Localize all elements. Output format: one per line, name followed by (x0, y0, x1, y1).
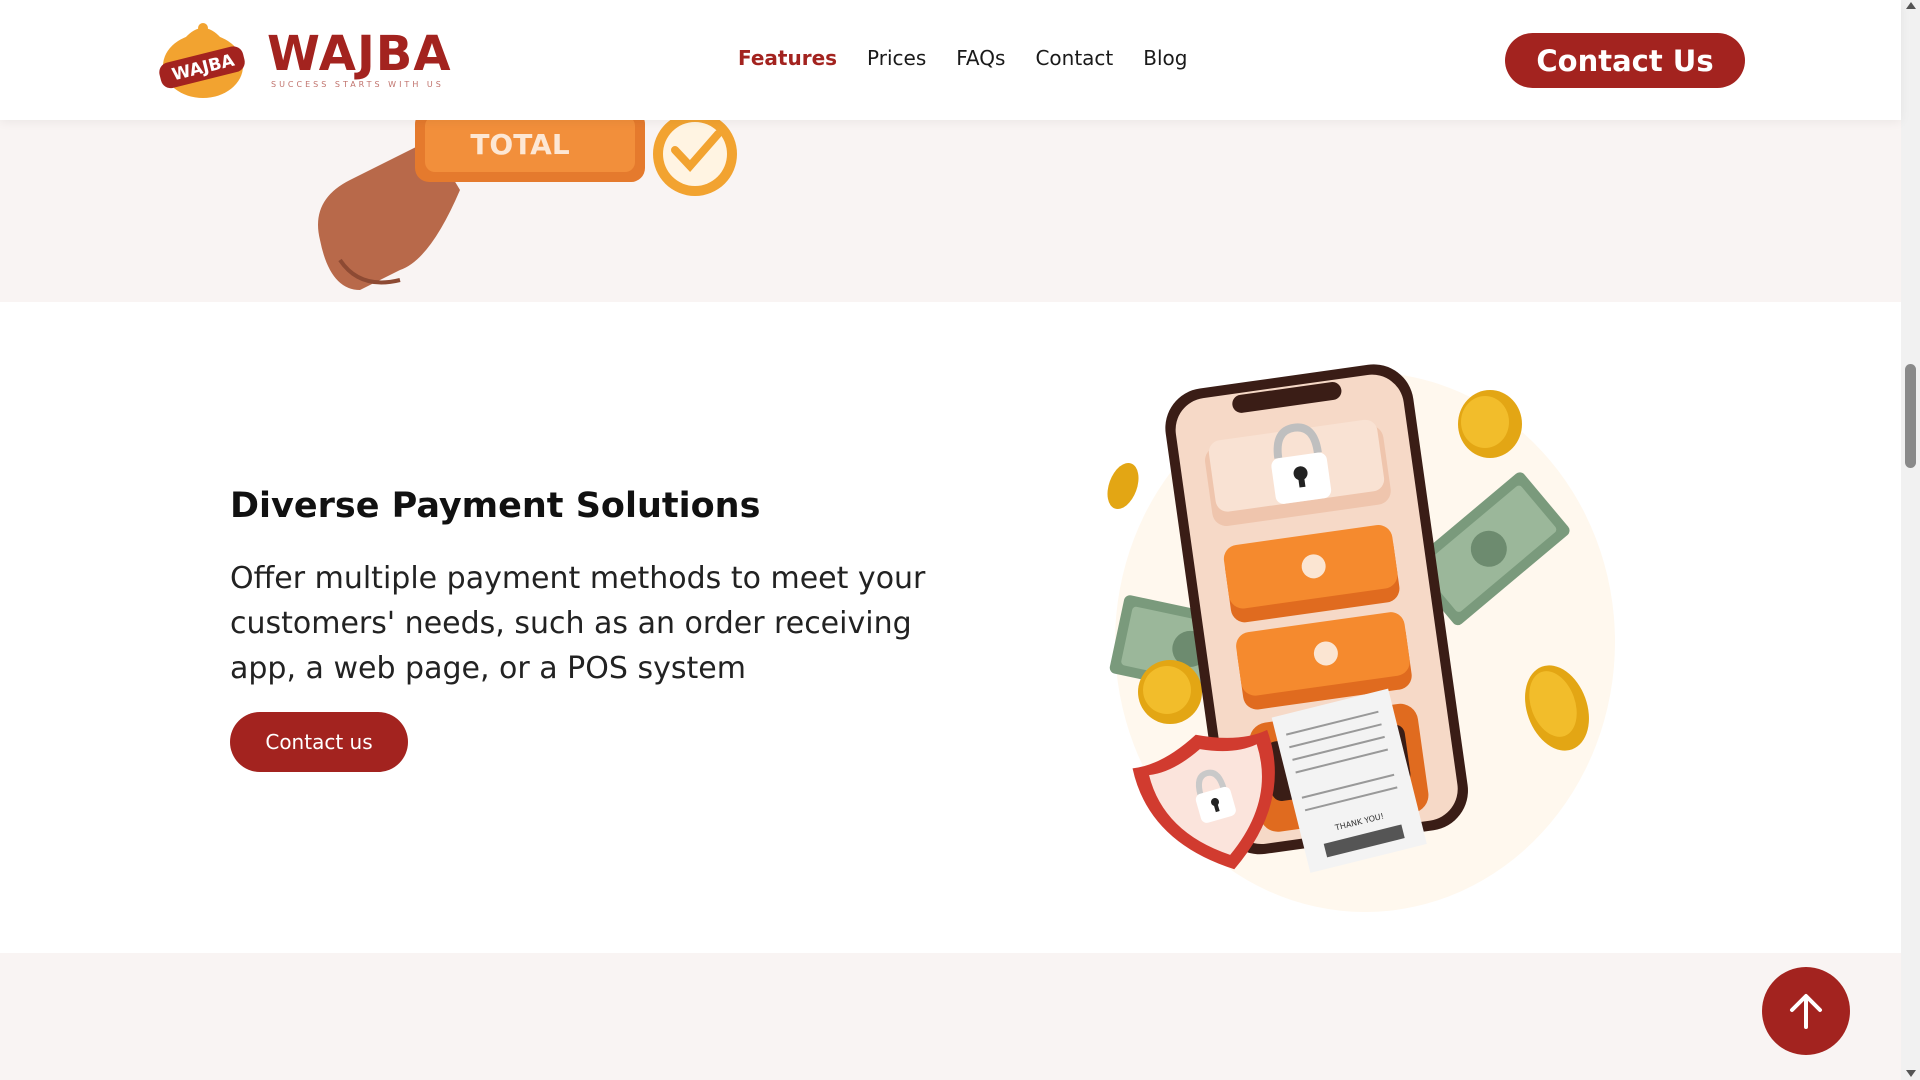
feature-description: Offer multiple payment methods to meet y… (230, 561, 926, 686)
nav-item-prices[interactable]: Prices (867, 46, 926, 70)
feature-contact-us-button[interactable]: Contact us (230, 712, 408, 772)
scroll-up-arrow-icon[interactable] (1906, 2, 1916, 9)
previous-feature-section: TOTAL (0, 120, 1901, 302)
scroll-down-arrow-icon[interactable] (1906, 1070, 1916, 1077)
total-label: TOTAL (470, 128, 569, 161)
page-scrollbar[interactable] (1901, 0, 1920, 1080)
scroll-thumb[interactable] (1905, 364, 1916, 468)
arrow-up-icon (1790, 994, 1822, 1029)
feature-title: Diverse Payment Solutions (230, 486, 761, 526)
nav-item-blog[interactable]: Blog (1143, 46, 1187, 70)
logo-tagline: SUCCESS STARTS WITH US (271, 80, 444, 89)
back-to-top-button[interactable] (1762, 967, 1850, 1055)
logo-badge-icon: WAJBA (159, 23, 245, 98)
header-contact-us-button[interactable]: Contact Us (1505, 33, 1745, 88)
nav-item-faqs[interactable]: FAQs (956, 46, 1005, 70)
payment-phone-illustration: THANK YOU! (1107, 364, 1615, 912)
next-feature-section (0, 953, 1901, 1080)
feature-payment-section: Diverse Payment Solutions Offer multiple… (0, 302, 1901, 953)
total-hand-illustration: TOTAL (318, 120, 737, 290)
nav-item-features[interactable]: Features (738, 46, 837, 70)
main-nav: Features Prices FAQs Contact Blog (738, 46, 1187, 70)
site-header: WAJBA WAJBA SUCCESS STARTS WITH US Featu… (0, 0, 1901, 120)
nav-item-contact[interactable]: Contact (1035, 46, 1113, 70)
wajba-logo[interactable]: WAJBA WAJBA SUCCESS STARTS WITH US (155, 18, 451, 102)
logo-wordmark: WAJBA (267, 26, 452, 82)
